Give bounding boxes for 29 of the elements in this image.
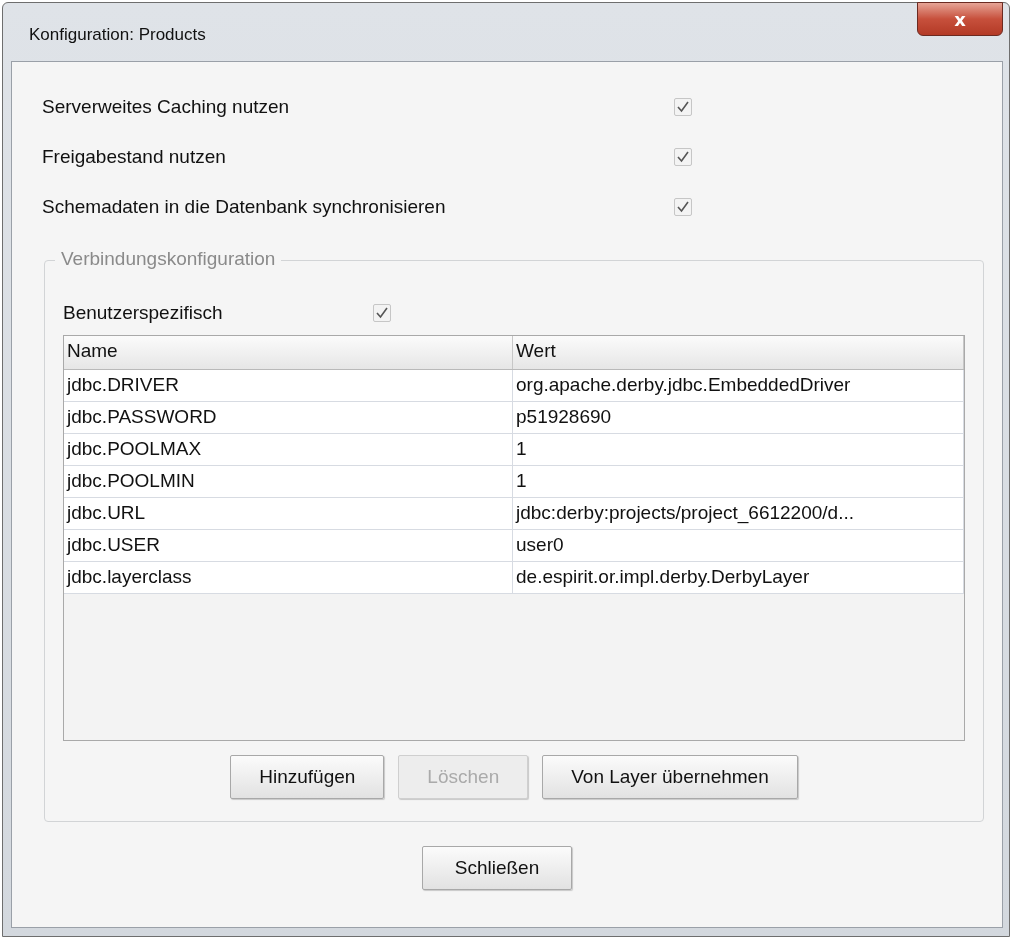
option-label: Benutzerspezifisch xyxy=(63,302,224,324)
button[interactable]: Hinzufügen xyxy=(230,755,385,799)
checkbox[interactable] xyxy=(674,198,692,216)
checkbox[interactable] xyxy=(674,98,692,116)
table-cell: jdbc.POOLMIN xyxy=(64,466,513,497)
checkbox[interactable] xyxy=(674,148,692,166)
checkbox[interactable] xyxy=(373,304,391,322)
table-cell: jdbc:derby:projects/project_6612200/d... xyxy=(513,498,964,529)
table-cell: jdbc.POOLMAX xyxy=(64,434,513,465)
table-cell: user0 xyxy=(513,530,964,561)
button[interactable]: Schließen xyxy=(421,846,573,890)
table-cell: jdbc.USER xyxy=(64,530,513,561)
table-cell: jdbc.PASSWORD xyxy=(64,402,513,433)
table-cell: p51928690 xyxy=(513,402,964,433)
close-button[interactable]: x xyxy=(917,2,1003,36)
table-cell: 1 xyxy=(513,434,964,465)
table-cell: jdbc.layerclass xyxy=(64,562,513,593)
table-cell: de.espirit.or.impl.derby.DerbyLayer xyxy=(513,562,964,593)
table-cell: 1 xyxy=(513,466,964,497)
column-header[interactable]: Name xyxy=(64,336,513,369)
option-label: Schemadaten in die Datenbank synchronisieren xyxy=(42,196,447,218)
option-label: Freigabestand nutzen xyxy=(42,146,227,168)
table-cell: jdbc.DRIVER xyxy=(64,370,513,401)
button[interactable]: Von Layer übernehmen xyxy=(542,755,798,799)
table-cell: jdbc.URL xyxy=(64,498,513,529)
column-header[interactable]: Wert xyxy=(513,336,964,369)
table-cell: org.apache.derby.jdbc.EmbeddedDriver xyxy=(513,370,964,401)
window-title: Konfiguration: Products xyxy=(29,25,206,45)
option-label: Serverweites Caching nutzen xyxy=(42,96,291,118)
